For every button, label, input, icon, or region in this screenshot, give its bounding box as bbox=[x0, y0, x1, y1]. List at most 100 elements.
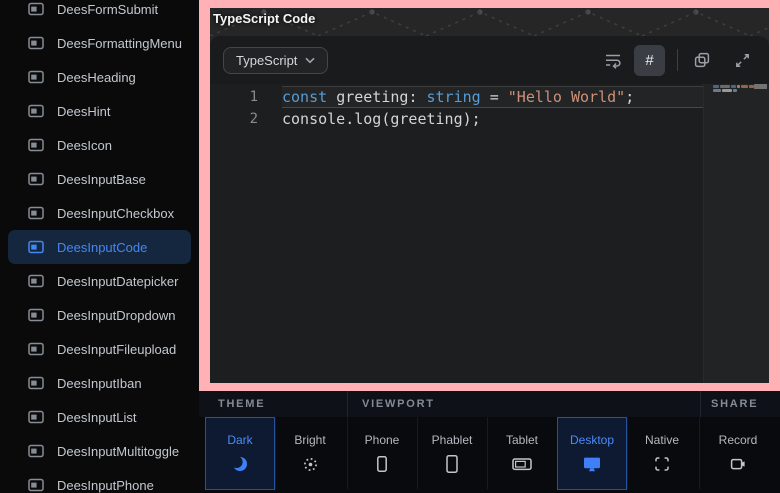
sidebar-item-label: DeesInputFileupload bbox=[57, 342, 176, 357]
language-select-label: TypeScript bbox=[236, 53, 297, 68]
viewport-native-label: Native bbox=[645, 433, 679, 447]
sidebar-item-deesinputdatepicker[interactable]: DeesInputDatepicker bbox=[8, 264, 191, 298]
theme-bright-button[interactable]: Bright bbox=[275, 417, 345, 490]
share-record-button[interactable]: Record bbox=[699, 417, 777, 490]
component-list: DeesFormSubmit DeesFormattingMenu DeesHe… bbox=[0, 0, 199, 493]
sidebar-item-deesinputcheckbox[interactable]: DeesInputCheckbox bbox=[8, 196, 191, 230]
phablet-icon bbox=[442, 454, 462, 474]
theme-dark-label: Dark bbox=[227, 433, 252, 447]
line-numbers-toggle[interactable]: # bbox=[634, 45, 665, 76]
code-editor-widget: TypeScript # bbox=[210, 36, 769, 383]
code-token: string bbox=[427, 88, 481, 106]
chevron-down-icon bbox=[305, 57, 315, 64]
code-text: const greeting: string = "Hello World"; bbox=[282, 86, 703, 108]
moon-icon bbox=[229, 454, 251, 474]
component-sidebar: DeesFormSubmit DeesFormattingMenu DeesHe… bbox=[0, 0, 199, 493]
code-token: : bbox=[408, 88, 426, 106]
editor-minimap[interactable] bbox=[703, 84, 769, 383]
sidebar-item-label: DeesInputBase bbox=[57, 172, 146, 187]
sun-icon bbox=[301, 454, 320, 474]
viewport-phablet-button[interactable]: Phablet bbox=[417, 417, 487, 490]
controls-buttons: Dark Bright Phone Phablet bbox=[199, 417, 780, 493]
editor-toolbar: TypeScript # bbox=[210, 36, 769, 84]
app-window: DeesFormSubmit DeesFormattingMenu DeesHe… bbox=[0, 0, 780, 493]
line-number: 2 bbox=[210, 111, 258, 127]
component-icon bbox=[28, 36, 44, 50]
code-token: "Hello World" bbox=[508, 88, 625, 106]
sidebar-item-deesinputlist[interactable]: DeesInputList bbox=[8, 400, 191, 434]
sidebar-item-deesinputfileupload[interactable]: DeesInputFileupload bbox=[8, 332, 191, 366]
sidebar-item-label: DeesInputDatepicker bbox=[57, 274, 178, 289]
viewport-desktop-button[interactable]: Desktop bbox=[557, 417, 627, 490]
demo-title: TypeScript Code bbox=[213, 11, 315, 26]
sidebar-item-deesinputphone[interactable]: DeesInputPhone bbox=[8, 468, 191, 493]
sidebar-item-label: DeesInputList bbox=[57, 410, 137, 425]
code-token: ; bbox=[625, 88, 634, 106]
editor-actions: # bbox=[601, 45, 754, 76]
sidebar-item-deeshint[interactable]: DeesHint bbox=[8, 94, 191, 128]
sidebar-item-deesinputbase[interactable]: DeesInputBase bbox=[8, 162, 191, 196]
code-token: console.log(greeting); bbox=[282, 110, 481, 128]
sidebar-item-label: DeesInputDropdown bbox=[57, 308, 176, 323]
sidebar-item-deesinputdropdown[interactable]: DeesInputDropdown bbox=[8, 298, 191, 332]
component-icon bbox=[28, 308, 44, 322]
scrollbar-slider[interactable] bbox=[754, 84, 767, 89]
component-icon bbox=[28, 206, 44, 220]
viewport-section-label: VIEWPORT bbox=[347, 391, 700, 417]
theme-bright-label: Bright bbox=[294, 433, 325, 447]
component-icon bbox=[28, 138, 44, 152]
word-wrap-icon[interactable] bbox=[601, 48, 625, 72]
tablet-icon bbox=[511, 454, 533, 474]
code-token: greeting bbox=[336, 88, 408, 106]
component-icon bbox=[28, 240, 44, 254]
component-icon bbox=[28, 478, 44, 492]
theme-dark-button[interactable]: Dark bbox=[205, 417, 275, 490]
code-text: console.log(greeting); bbox=[282, 108, 703, 130]
viewport-phone-button[interactable]: Phone bbox=[347, 417, 417, 490]
expand-icon[interactable] bbox=[730, 48, 754, 72]
component-icon bbox=[28, 104, 44, 118]
sidebar-item-label: DeesInputCode bbox=[57, 240, 147, 255]
sidebar-item-deesicon[interactable]: DeesIcon bbox=[8, 128, 191, 162]
controls-header: THEME VIEWPORT SHARE bbox=[199, 391, 780, 417]
sidebar-item-label: DeesHeading bbox=[57, 70, 136, 85]
component-icon bbox=[28, 2, 44, 16]
viewport-native-button[interactable]: Native bbox=[627, 417, 697, 490]
language-select[interactable]: TypeScript bbox=[223, 47, 328, 74]
component-icon bbox=[28, 274, 44, 288]
share-record-label: Record bbox=[719, 433, 758, 447]
line-number: 1 bbox=[210, 89, 258, 105]
sidebar-item-label: DeesInputIban bbox=[57, 376, 142, 391]
component-icon bbox=[28, 410, 44, 424]
sidebar-item-label: DeesInputMultitoggle bbox=[57, 444, 179, 459]
sidebar-item-deesformsubmit[interactable]: DeesFormSubmit bbox=[8, 0, 191, 26]
minimap-line-1 bbox=[713, 85, 754, 88]
native-icon bbox=[653, 454, 671, 474]
demo-stage-frame: TypeScript Code TypeScript # bbox=[199, 0, 780, 391]
component-icon bbox=[28, 70, 44, 84]
toolbar-divider bbox=[677, 49, 678, 71]
sidebar-item-deesinputmultitoggle[interactable]: DeesInputMultitoggle bbox=[8, 434, 191, 468]
viewport-phablet-label: Phablet bbox=[432, 433, 473, 447]
sidebar-item-label: DeesFormattingMenu bbox=[57, 36, 182, 51]
sidebar-item-deesheading[interactable]: DeesHeading bbox=[8, 60, 191, 94]
sidebar-item-deesinputiban[interactable]: DeesInputIban bbox=[8, 366, 191, 400]
sidebar-item-label: DeesHint bbox=[57, 104, 110, 119]
viewport-tablet-button[interactable]: Tablet bbox=[487, 417, 557, 490]
demo-canvas: TypeScript Code TypeScript # bbox=[210, 8, 769, 383]
code-input-area[interactable]: 1 const greeting: string = "Hello World"… bbox=[210, 84, 769, 383]
viewport-phone-label: Phone bbox=[365, 433, 400, 447]
environment-controls: THEME VIEWPORT SHARE Dark Bright Phone bbox=[199, 391, 780, 493]
sidebar-item-deesinputcode[interactable]: DeesInputCode bbox=[8, 230, 191, 264]
sidebar-item-deesformattingmenu[interactable]: DeesFormattingMenu bbox=[8, 26, 191, 60]
record-icon bbox=[728, 454, 748, 474]
component-icon bbox=[28, 444, 44, 458]
sidebar-item-label: DeesIcon bbox=[57, 138, 112, 153]
code-token: const bbox=[282, 88, 336, 106]
code-line-1: 1 const greeting: string = "Hello World"… bbox=[210, 86, 769, 108]
copy-icon[interactable] bbox=[690, 48, 714, 72]
sidebar-item-label: DeesFormSubmit bbox=[57, 2, 158, 17]
share-section-label: SHARE bbox=[700, 391, 780, 417]
component-icon bbox=[28, 376, 44, 390]
theme-section-label: THEME bbox=[199, 391, 347, 417]
